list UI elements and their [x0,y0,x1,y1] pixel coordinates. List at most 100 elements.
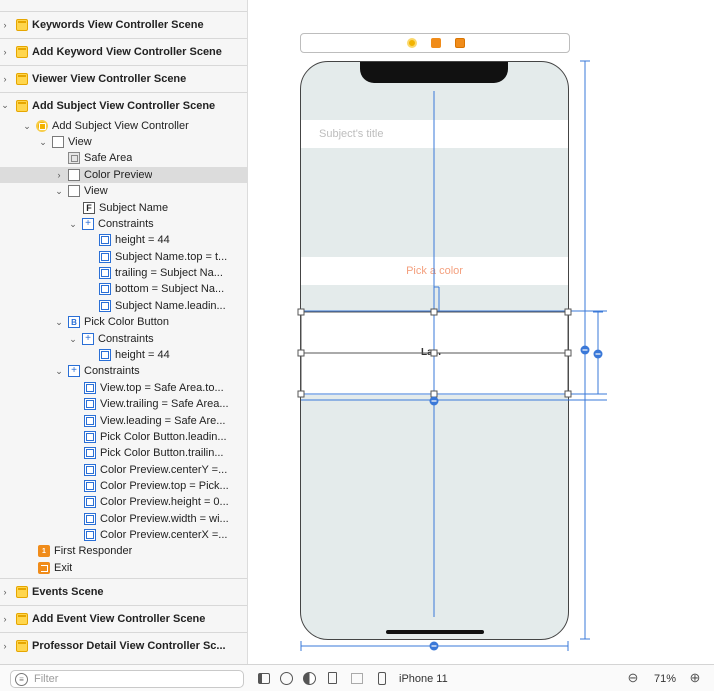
scene-row-add-subject[interactable]: ⌄ Add Subject View Controller Scene [0,92,247,118]
disclosure-right-icon[interactable]: › [0,641,10,651]
tree-item-label: Color Preview.top = Pick... [100,480,229,492]
tree-item-constraint[interactable]: Color Preview.width = wi... [0,511,247,527]
tree-item-label: View [84,185,108,197]
scene-label: Keywords View Controller Scene [32,18,204,31]
tree-item-safe-area[interactable]: Safe Area [0,150,247,166]
disclosure-right-icon[interactable]: › [0,614,10,624]
tree-item-label: View.trailing = Safe Area... [100,398,229,410]
disclosure-right-icon[interactable]: › [54,170,64,180]
tree-item-inner-view[interactable]: ⌄ View [0,183,247,199]
toggle-outline-icon[interactable] [257,671,271,685]
tree-item-constraint[interactable]: Pick Color Button.trailin... [0,445,247,461]
scene-row-add-keyword[interactable]: › Add Keyword View Controller Scene [0,38,247,64]
tree-item-color-preview[interactable]: › Color Preview [0,167,247,183]
tree-item-label: Color Preview [84,169,153,181]
tree-item-constraint[interactable]: height = 44 [0,347,247,363]
disclosure-down-icon[interactable]: ⌄ [38,137,48,148]
tree-item-label: Color Preview.width = wi... [100,513,229,525]
tree-item-constraint[interactable]: Subject Name.leadin... [0,298,247,314]
disclosure-down-icon[interactable]: ⌄ [0,100,10,111]
tree-item-constraint[interactable]: View.top = Safe Area.to... [0,380,247,396]
scene-label: Professor Detail View Controller Sc... [32,639,226,652]
scene-row-keywords[interactable]: › Keywords View Controller Scene [0,11,247,37]
disclosure-right-icon[interactable]: › [0,587,10,597]
constraint-icon [84,496,96,508]
tree-item-label: Subject Name [99,202,169,214]
device-icon[interactable] [375,671,389,685]
tree-item-constraints[interactable]: ⌄ Constraints [0,363,247,379]
button-icon: B [68,316,80,328]
orientation-icon[interactable] [325,671,339,685]
tree-item-view[interactable]: ⌄ View [0,134,247,150]
resize-handle [297,349,305,357]
zoom-out-icon[interactable]: ⊖ [626,670,640,685]
scene-label: Add Keyword View Controller Scene [32,45,222,58]
tree-item-label: trailing = Subject Na... [115,267,223,279]
tree-item-constraint[interactable]: Subject Name.top = t... [0,249,247,265]
constraints-icon [82,218,94,230]
tree-item-add-subject-vc[interactable]: ⌄ Add Subject View Controller [0,118,247,134]
disclosure-right-icon[interactable]: › [0,47,10,57]
tree-item-label: View.leading = Safe Are... [100,415,226,427]
tree-item-constraint[interactable]: View.leading = Safe Are... [0,413,247,429]
tree-item-constraint[interactable]: Color Preview.centerX =... [0,527,247,543]
view-icon [68,185,80,197]
tree-item-pick-color-button[interactable]: ⌄ B Pick Color Button [0,314,247,330]
zoom-in-icon[interactable]: ⊕ [688,670,702,685]
disclosure-down-icon[interactable]: ⌄ [54,186,64,197]
constraints-icon [82,333,94,345]
tree-item-constraint[interactable]: height = 44 [0,232,247,248]
constraint-icon [99,267,111,279]
safe-area-icon [68,152,80,164]
filter-field[interactable]: ≡ [10,670,244,688]
tree-item-subject-name[interactable]: F Subject Name [0,200,247,216]
disclosure-down-icon[interactable]: ⌄ [68,334,78,345]
view-icon [52,136,64,148]
tree-item-constraints[interactable]: ⌄ Constraints [0,216,247,232]
scene-label: Events Scene [32,585,104,598]
tree-item-label: View [68,136,92,148]
disclosure-down-icon[interactable]: ⌄ [54,366,64,377]
scene-row-events[interactable]: › Events Scene [0,578,247,604]
scene-icon [16,72,28,85]
tree-item-label: Color Preview.centerY =... [100,464,228,476]
disclosure-right-icon[interactable]: › [0,20,10,30]
constraint-icon [84,415,96,427]
tree-item-constraints[interactable]: ⌄ Constraints [0,331,247,347]
constraint-icon [84,398,96,410]
resize-handle [564,308,572,316]
device-split-icon[interactable] [350,671,364,685]
resize-handle [297,390,305,398]
scene-icon [16,99,28,112]
tree-item-constraint[interactable]: View.trailing = Safe Area... [0,396,247,412]
tree-item-label: Add Subject View Controller [52,120,189,132]
tree-item-label: Pick Color Button.leadin... [100,431,227,443]
filter-input[interactable] [32,672,232,686]
scene-icon [16,612,28,625]
tree-item-first-responder[interactable]: 1 First Responder [0,543,247,559]
scene-row-add-event[interactable]: › Add Event View Controller Scene [0,605,247,631]
tree-item-label: Constraints [98,333,154,345]
tree-item-constraint[interactable]: Color Preview.centerY =... [0,462,247,478]
tree-item-constraint[interactable]: bottom = Subject Na... [0,281,247,297]
resize-handle [430,349,438,357]
disclosure-down-icon[interactable]: ⌄ [68,219,78,230]
tree-item-constraint[interactable]: Color Preview.top = Pick... [0,478,247,494]
device-name[interactable]: iPhone 11 [399,673,448,685]
tree-item-constraint[interactable]: trailing = Subject Na... [0,265,247,281]
tree-item-label: Color Preview.height = 0... [100,496,229,508]
tree-item-label: Constraints [84,365,140,377]
scene-row-viewer[interactable]: › Viewer View Controller Scene [0,65,247,91]
appearance-icon[interactable] [302,671,316,685]
tree-item-exit[interactable]: Exit [0,560,247,576]
accessibility-icon[interactable] [279,671,293,685]
disclosure-right-icon[interactable]: › [0,74,10,84]
tree-item-constraint[interactable]: Color Preview.height = 0... [0,494,247,510]
disclosure-down-icon[interactable]: ⌄ [54,317,64,328]
tree-item-label: Subject Name.top = t... [115,251,228,263]
storyboard-canvas[interactable]: Subject's title Pick a color La... [249,0,714,664]
tree-item-label: View.top = Safe Area.to... [100,382,224,394]
tree-item-constraint[interactable]: Pick Color Button.leadin... [0,429,247,445]
disclosure-down-icon[interactable]: ⌄ [22,121,32,132]
scene-row-professor-detail[interactable]: › Professor Detail View Controller Sc... [0,632,247,658]
